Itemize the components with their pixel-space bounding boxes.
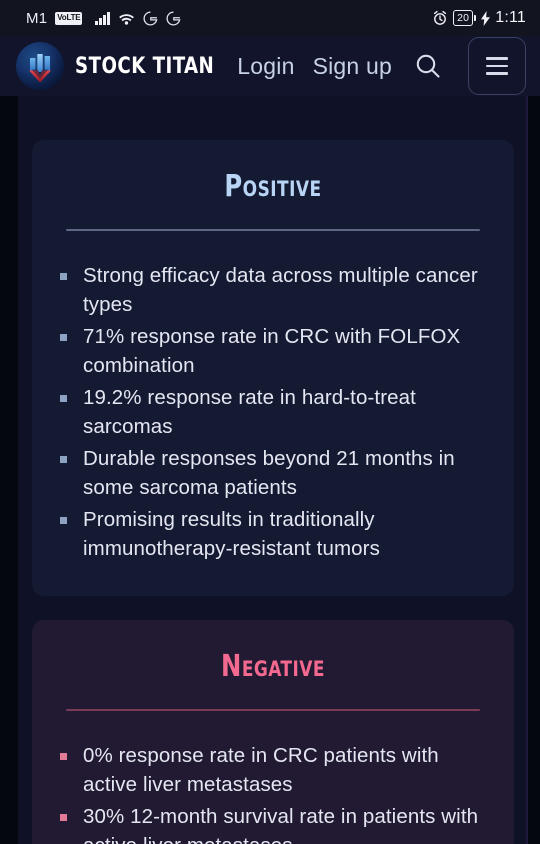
status-bar-left: M1 VoLTE xyxy=(26,10,181,27)
list-item: Promising results in traditionally immun… xyxy=(58,505,488,563)
positive-bullet-list: Strong efficacy data across multiple can… xyxy=(58,261,488,563)
battery-cap xyxy=(474,15,477,21)
app-screen: M1 VoLTE 20 1:11 STOCK TITAN Login Sign … xyxy=(0,0,540,844)
site-header: STOCK TITAN Login Sign up xyxy=(0,36,540,96)
search-icon[interactable] xyxy=(412,50,444,82)
brand-name-label: STOCK TITAN xyxy=(75,53,215,79)
carrier-label: M1 xyxy=(26,9,48,27)
list-item: Durable responses beyond 21 months in so… xyxy=(58,444,488,502)
brand-home-link[interactable]: STOCK TITAN xyxy=(16,42,226,90)
lightning-bolt-icon xyxy=(481,10,491,26)
google-g-icon xyxy=(143,11,158,26)
list-item: Strong efficacy data across multiple can… xyxy=(58,261,488,319)
signal-bars-icon xyxy=(95,11,110,25)
hamburger-menu-icon[interactable] xyxy=(468,37,526,95)
status-bar-right: 20 1:11 xyxy=(432,9,526,27)
battery-indicator: 20 xyxy=(453,9,477,27)
negative-card-divider xyxy=(66,709,480,711)
negative-card: Negative 0% response rate in CRC patient… xyxy=(32,620,514,844)
google-g-icon xyxy=(166,11,181,26)
stock-titan-logo-icon xyxy=(16,42,64,90)
positive-card-title: Positive xyxy=(224,169,322,204)
clock-label: 1:11 xyxy=(495,9,526,26)
list-item: 0% response rate in CRC patients with ac… xyxy=(58,741,488,799)
list-item: 71% response rate in CRC with FOLFOX com… xyxy=(58,322,488,380)
battery-level-label: 20 xyxy=(453,9,474,27)
positive-card-divider xyxy=(66,229,480,231)
signup-link[interactable]: Sign up xyxy=(313,53,392,80)
list-item: 19.2% response rate in hard-to-treat sar… xyxy=(58,383,488,441)
negative-bullet-list: 0% response rate in CRC patients with ac… xyxy=(58,741,488,844)
positive-card: Positive Strong efficacy data across mul… xyxy=(32,140,514,596)
header-nav: Login Sign up xyxy=(237,37,526,95)
alarm-clock-icon xyxy=(432,10,448,26)
login-link[interactable]: Login xyxy=(237,53,294,80)
content-scroll-area[interactable]: Positive Strong efficacy data across mul… xyxy=(18,96,528,844)
wifi-icon xyxy=(118,12,135,25)
list-item: 30% 12-month survival rate in patients w… xyxy=(58,802,488,844)
negative-card-title: Negative xyxy=(221,649,325,684)
status-bar: M1 VoLTE 20 1:11 xyxy=(0,0,540,36)
volte-badge: VoLTE xyxy=(55,11,83,25)
